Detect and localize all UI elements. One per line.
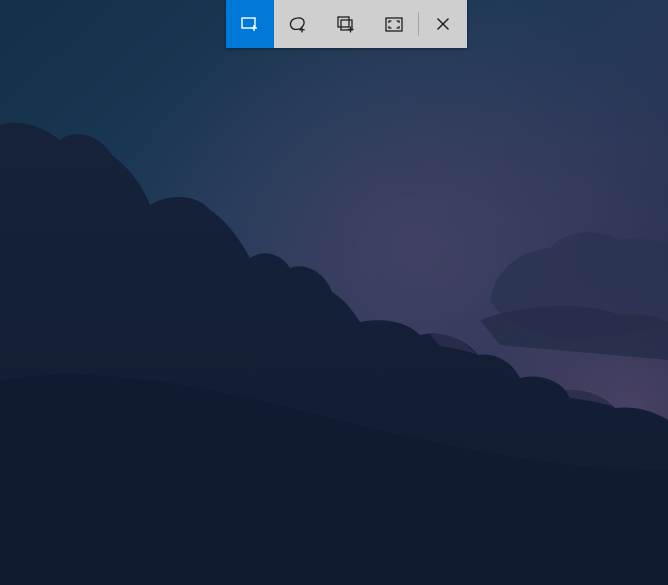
snip-toolbar [226, 0, 467, 48]
close-icon [436, 17, 450, 31]
window-snip-button[interactable] [322, 0, 370, 48]
rectangular-snip-button[interactable] [226, 0, 274, 48]
close-snip-button[interactable] [419, 0, 467, 48]
cloudy-sky-wallpaper [0, 0, 668, 585]
screen-snip-overlay[interactable] [0, 0, 668, 585]
window-snip-icon [337, 15, 355, 33]
rectangle-snip-icon [241, 16, 259, 32]
fullscreen-snip-button[interactable] [370, 0, 418, 48]
freeform-snip-button[interactable] [274, 0, 322, 48]
fullscreen-snip-icon [385, 16, 403, 32]
freeform-snip-icon [289, 16, 307, 33]
